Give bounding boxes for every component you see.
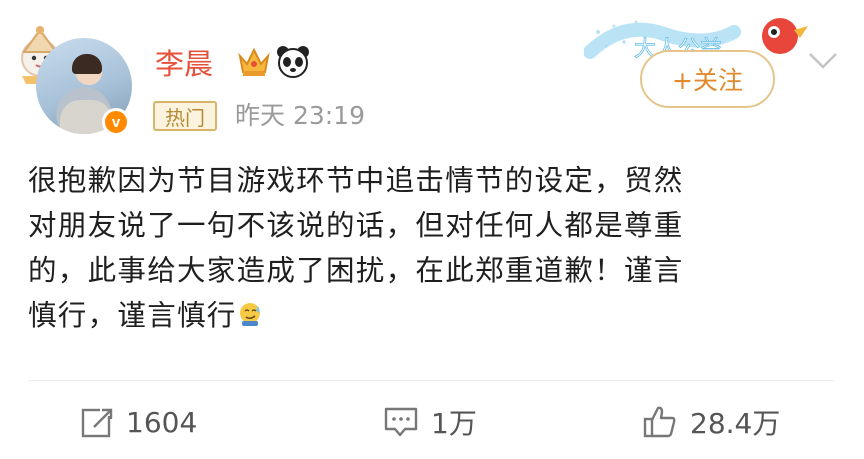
post-timestamp: 昨天 23:19: [235, 101, 365, 130]
divider: [28, 380, 834, 381]
user-name[interactable]: 李晨: [155, 46, 213, 82]
post-line: 慎行，谨言慎行: [28, 299, 237, 332]
follow-button[interactable]: +关注: [640, 50, 775, 108]
repost-button[interactable]: 1604: [80, 400, 197, 444]
avatar-container[interactable]: v: [14, 22, 134, 136]
post-content: 很抱歉因为节目游戏环节中追击情节的设定，贸然 对朋友说了一句不该说的话，但对任何…: [28, 158, 834, 338]
comment-icon: [384, 407, 418, 437]
crown-icon: [238, 47, 270, 76]
post-line: 对朋友说了一句不该说的话，但对任何人都是尊重: [28, 209, 684, 242]
comment-button[interactable]: 1万: [383, 400, 477, 444]
comment-count: 1万: [431, 407, 477, 440]
chevron-down-icon[interactable]: [806, 48, 840, 74]
sweat-emoji-icon: [239, 303, 260, 326]
post-line-last: 慎行，谨言慎行: [28, 293, 834, 338]
repost-icon: [81, 406, 114, 438]
repost-count: 1604: [126, 405, 198, 439]
post-line: 很抱歉因为节目游戏环节中追击情节的设定，贸然: [28, 164, 684, 197]
verified-badge-icon: v: [102, 108, 130, 136]
like-count: 28.4万: [690, 407, 781, 440]
thumbs-up-icon: [643, 406, 676, 438]
hot-tag: 热门: [153, 101, 217, 131]
post-line: 的，此事给大家造成了困扰，在此郑重道歉！谨言: [28, 254, 684, 287]
like-button[interactable]: 28.4万: [642, 400, 780, 444]
panda-icon: [277, 46, 309, 78]
